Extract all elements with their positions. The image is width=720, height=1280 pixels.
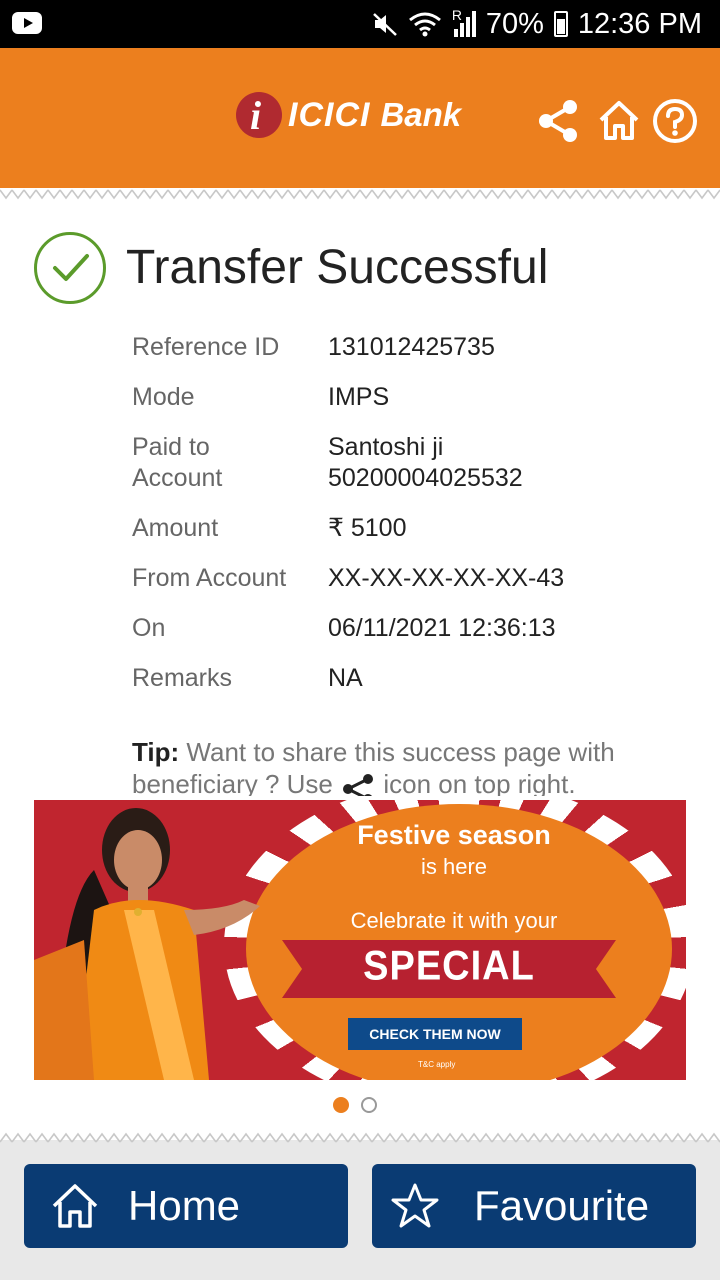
detail-row: Amount ₹ 5100	[132, 513, 692, 544]
success-header: Transfer Successful	[34, 230, 694, 310]
detail-label: From Account	[132, 564, 287, 592]
bottom-divider	[0, 1130, 720, 1144]
share-icon[interactable]	[536, 98, 582, 144]
detail-value: 06/11/2021 12:36:13	[328, 614, 556, 642]
offer-banner[interactable]: Festive season is here Celebrate it with…	[34, 800, 686, 1080]
clock: 12:36 PM	[577, 7, 702, 40]
bottom-bar: Home Favourite	[0, 1130, 720, 1280]
app-header: ICICI Bank	[0, 48, 720, 188]
tip-prefix: Tip:	[132, 737, 180, 767]
brand-name: ICICI	[288, 95, 371, 134]
detail-value: NA	[328, 664, 363, 692]
detail-label: Paid to Account	[132, 433, 223, 492]
detail-row: Reference ID 131012425735	[132, 332, 692, 363]
home-icon[interactable]	[596, 98, 642, 144]
detail-row: Paid to Account Santoshi ji 502000040255…	[132, 432, 692, 494]
detail-row: From Account XX-XX-XX-XX-XX-43	[132, 563, 692, 594]
detail-label: Reference ID	[132, 333, 280, 361]
battery-percent: 70%	[485, 7, 544, 40]
banner-line1: Festive season	[357, 820, 551, 850]
banner-line3: Celebrate it with your	[350, 908, 558, 933]
home-button[interactable]: Home	[24, 1164, 348, 1248]
mute-icon	[372, 13, 397, 36]
transfer-details: Reference ID 131012425735 Mode IMPS Paid…	[132, 332, 692, 713]
tip-text-end: icon on top right.	[376, 769, 576, 796]
help-icon[interactable]	[652, 98, 698, 144]
battery-icon	[553, 11, 568, 37]
home-icon	[52, 1184, 98, 1228]
detail-row: Mode IMPS	[132, 382, 692, 413]
carousel-dot[interactable]	[361, 1097, 377, 1113]
detail-value: ₹ 5100	[328, 514, 407, 542]
header-divider	[0, 188, 720, 202]
home-button-label: Home	[128, 1182, 241, 1229]
detail-value: Santoshi ji 50200004025532	[328, 433, 523, 492]
carousel-indicator	[333, 1097, 377, 1113]
status-bar-right: R 70% 12:36 PM	[372, 6, 702, 42]
icici-logo: ICICI Bank	[236, 92, 462, 139]
share-icon	[343, 774, 374, 796]
roaming-indicator: R	[451, 7, 462, 23]
detail-label: Amount	[132, 514, 219, 542]
signal-icon: R	[452, 7, 476, 37]
detail-row: On 06/11/2021 12:36:13	[132, 613, 692, 644]
brand-suffix: Bank	[380, 96, 462, 133]
favourite-button[interactable]: Favourite	[372, 1164, 696, 1248]
detail-value: 131012425735	[328, 333, 495, 361]
icici-logo-mark	[236, 92, 282, 139]
favourite-button-label: Favourite	[474, 1182, 650, 1229]
share-tip: Tip: Want to share this success page wit…	[132, 736, 692, 796]
star-icon	[391, 1183, 439, 1228]
detail-label: Mode	[132, 383, 195, 411]
banner-cta-button[interactable]: CHECK THEM NOW	[348, 1018, 522, 1050]
detail-value: IMPS	[328, 383, 390, 411]
detail-value: XX-XX-XX-XX-XX-43	[328, 564, 565, 592]
banner-headline-ribbon: SPECIAL OFFERS	[282, 940, 616, 998]
wifi-icon	[408, 12, 441, 37]
banner-tc: T&C apply	[418, 1060, 456, 1069]
banner-line2: is here	[420, 854, 488, 879]
youtube-icon	[12, 12, 42, 34]
detail-row: Remarks NA	[132, 663, 692, 694]
carousel-dot-active[interactable]	[333, 1097, 349, 1113]
success-check-icon	[34, 232, 106, 304]
status-bar: R 70% 12:36 PM	[0, 0, 720, 48]
page-title: Transfer Successful	[126, 241, 549, 294]
banner-model-image	[34, 808, 260, 1080]
detail-label: On	[132, 614, 166, 642]
detail-label: Remarks	[132, 664, 233, 692]
